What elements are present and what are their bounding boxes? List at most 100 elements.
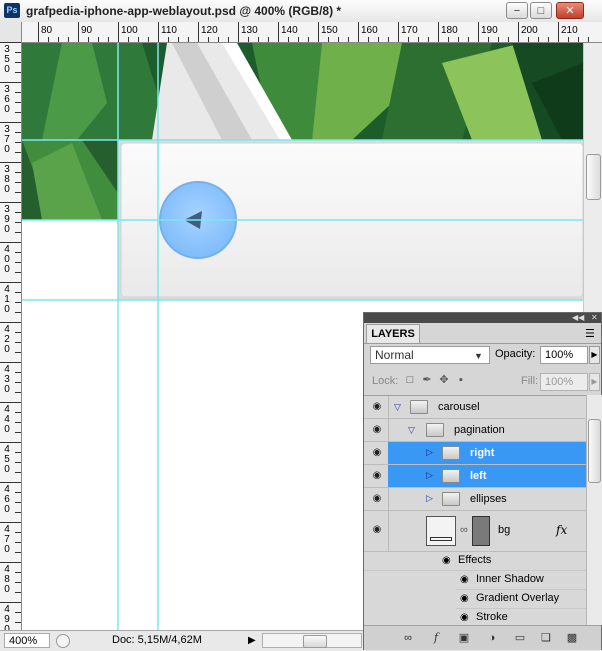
eye-icon[interactable]: ◉ <box>442 555 451 566</box>
layers-footer-toolbar: ∞ f ▣ ◑ ▭ ❏ ▩ <box>364 625 601 650</box>
lock-all-padlock-icon[interactable]: ▪ <box>455 374 467 386</box>
new-group-folder-icon[interactable]: ▭ <box>512 631 528 645</box>
layers-panel: ◀◀ ✕ LAYERS ☰ Normal ▼ Opacity: 100% ▶ L… <box>363 312 602 650</box>
eye-icon[interactable]: ◉ <box>460 593 469 604</box>
collapse-triangle-icon[interactable]: ▷ <box>426 470 433 481</box>
ruler-vertical[interactable]: 350 360 370 380 390 400 410 420 430 440 450 460 470 4… <box>0 42 22 635</box>
ruler-major-tick <box>0 402 21 403</box>
ruler-minor-tick <box>15 492 21 493</box>
fill-label: Fill: <box>521 375 539 387</box>
ruler-minor-tick <box>15 622 21 623</box>
ruler-minor-tick <box>15 612 21 613</box>
opacity-field[interactable]: 100% <box>540 346 588 364</box>
canvas-hscroll-thumb[interactable] <box>303 635 327 648</box>
effect-row-gradient-overlay[interactable]: ◉ Gradient Overlay <box>456 590 586 609</box>
chevron-down-icon[interactable]: ▼ <box>474 351 483 361</box>
layer-name: carousel <box>438 401 480 413</box>
eye-icon[interactable]: ◉ <box>460 612 469 623</box>
ruler-minor-tick <box>15 452 21 453</box>
canvas-horizontal-scrollbar[interactable] <box>262 633 362 648</box>
expand-triangle-icon[interactable]: ▽ <box>394 402 401 413</box>
eye-icon[interactable]: ◉ <box>460 574 469 585</box>
lock-image-brush-icon[interactable]: ✒ <box>421 374 433 386</box>
layer-row-ellipses[interactable]: ◉ ▷ ellipses <box>364 488 586 511</box>
panel-header-strip[interactable]: ◀◀ ✕ <box>364 313 601 323</box>
layer-mask-thumbnail[interactable] <box>472 516 490 546</box>
effects-row[interactable]: ◉ Effects <box>364 552 586 571</box>
ruler-label: 470 <box>4 524 10 555</box>
layer-name: ellipses <box>470 493 507 505</box>
layer-row-left[interactable]: ◉ ▷ left <box>364 465 586 488</box>
tab-layers[interactable]: LAYERS <box>366 324 420 344</box>
collapse-triangle-icon[interactable]: ▷ <box>426 447 433 458</box>
panel-menu-icon[interactable]: ☰ <box>585 327 595 340</box>
delete-layer-trash-icon[interactable]: ▩ <box>564 631 580 645</box>
ruler-minor-tick <box>328 37 329 42</box>
title-bar: Ps grafpedia-iphone-app-weblayout.psd @ … <box>0 0 602 23</box>
ruler-minor-tick <box>15 92 21 93</box>
collapse-panel-icon[interactable]: ◀◀ <box>572 313 584 323</box>
close-button[interactable]: ✕ <box>556 2 584 19</box>
layer-row-carousel[interactable]: ◉ ▽ carousel <box>364 396 586 419</box>
maximize-button[interactable]: □ <box>530 2 552 19</box>
layer-thumbnail[interactable] <box>426 516 456 546</box>
ruler-minor-tick <box>368 37 369 42</box>
ruler-minor-tick <box>15 232 21 233</box>
ruler-minor-tick <box>168 37 169 42</box>
eye-icon[interactable]: ◉ <box>370 448 384 458</box>
ruler-major-tick <box>518 22 519 42</box>
effect-name: Gradient Overlay <box>476 592 560 604</box>
ruler-major-tick <box>0 42 21 43</box>
effect-row-stroke[interactable]: ◉ Stroke <box>456 609 586 626</box>
close-panel-icon[interactable]: ✕ <box>591 313 598 323</box>
ruler-horizontal[interactable]: 80 90 100 110 120 130 140 150 160 170 180 190 200 210 <box>0 22 602 43</box>
ruler-origin[interactable] <box>0 22 22 42</box>
layers-scroll-thumb[interactable] <box>588 419 601 483</box>
eye-icon[interactable]: ◉ <box>370 425 384 435</box>
zoom-level-field[interactable]: 400% <box>4 633 50 648</box>
status-menu-icon[interactable] <box>56 634 70 648</box>
ruler-major-tick <box>278 22 279 42</box>
ruler-minor-tick <box>298 37 299 42</box>
link-layers-icon[interactable]: ∞ <box>400 631 416 645</box>
add-mask-icon[interactable]: ▣ <box>456 631 472 645</box>
effect-row-inner-shadow[interactable]: ◉ Inner Shadow <box>456 571 586 590</box>
ruler-minor-tick <box>15 582 21 583</box>
ruler-minor-tick <box>528 37 529 42</box>
opacity-slider-arrow-icon[interactable]: ▶ <box>589 346 600 364</box>
eye-icon[interactable]: ◉ <box>370 402 384 412</box>
layer-row-bg[interactable]: ◉ ∞ bg fx <box>364 511 586 552</box>
layer-row-right[interactable]: ◉ ▷ right <box>364 442 586 465</box>
add-layer-style-icon[interactable]: f <box>428 631 444 645</box>
ruler-major-tick <box>0 442 21 443</box>
lock-label: Lock: <box>372 375 399 387</box>
fill-field[interactable]: 100% <box>540 373 588 391</box>
collapse-triangle-icon[interactable]: ▷ <box>426 493 433 504</box>
canvas-scroll-thumb[interactable] <box>586 154 601 200</box>
layer-list[interactable]: ◉ ▽ carousel ◉ ▽ pagination ◉ ▷ right ◉ … <box>364 395 601 626</box>
ruler-minor-tick <box>128 37 129 42</box>
layer-row-pagination[interactable]: ◉ ▽ pagination <box>364 419 586 442</box>
minimize-button[interactable]: − <box>506 2 528 19</box>
ruler-major-tick <box>318 22 319 42</box>
link-chain-icon[interactable]: ∞ <box>460 524 468 536</box>
ruler-minor-tick <box>15 342 21 343</box>
adjustment-layer-icon[interactable]: ◑ <box>484 631 500 645</box>
ruler-major-tick <box>0 602 21 603</box>
ruler-minor-tick <box>15 262 21 263</box>
lock-transparent-icon[interactable]: □ <box>404 374 416 386</box>
blend-mode-select[interactable]: Normal <box>370 346 490 364</box>
ruler-minor-tick <box>15 312 21 313</box>
eye-icon[interactable]: ◉ <box>370 471 384 481</box>
fx-icon[interactable]: fx <box>556 523 567 537</box>
folder-icon <box>410 400 428 414</box>
eye-icon[interactable]: ◉ <box>370 494 384 504</box>
lock-position-move-icon[interactable]: ✥ <box>438 374 450 386</box>
new-layer-icon[interactable]: ❏ <box>538 631 554 645</box>
eye-icon[interactable]: ◉ <box>370 525 384 535</box>
ruler-minor-tick <box>348 37 349 42</box>
expand-triangle-icon[interactable]: ▽ <box>408 425 415 436</box>
effect-name: Stroke <box>476 611 508 623</box>
status-arrow-icon[interactable]: ▶ <box>248 635 256 646</box>
ruler-minor-tick <box>228 37 229 42</box>
